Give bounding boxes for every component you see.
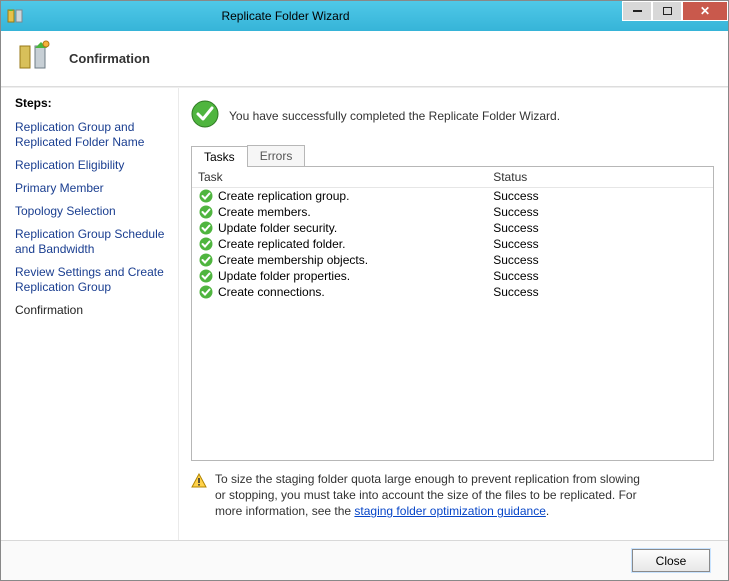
step-replication-group-and-folder-name[interactable]: Replication Group and Replicated Folder … (15, 116, 168, 154)
step-confirmation: Confirmation (15, 299, 168, 322)
staging-guidance-link[interactable]: staging folder optimization guidance (354, 504, 545, 518)
window-controls: ✕ (622, 1, 728, 31)
status-text: Success (493, 189, 707, 203)
task-text: Create replicated folder. (214, 237, 493, 251)
table-row[interactable]: Create members. Success (192, 204, 713, 220)
table-row[interactable]: Create replicated folder. Success (192, 236, 713, 252)
window-title: Replicate Folder Wizard (29, 1, 622, 31)
tabs: Tasks Errors (191, 145, 714, 166)
info-note: To size the staging folder quota large e… (191, 471, 714, 520)
success-message: You have successfully completed the Repl… (229, 109, 560, 123)
task-text: Create members. (214, 205, 493, 219)
check-icon (198, 189, 214, 203)
app-icon (1, 1, 29, 31)
check-icon (198, 285, 214, 299)
results-columns: Task Status (192, 167, 713, 188)
check-icon (198, 205, 214, 219)
step-review-and-create[interactable]: Review Settings and Create Replication G… (15, 261, 168, 299)
table-row[interactable]: Create membership objects. Success (192, 252, 713, 268)
check-icon (198, 237, 214, 251)
step-schedule-and-bandwidth[interactable]: Replication Group Schedule and Bandwidth (15, 223, 168, 261)
step-topology-selection[interactable]: Topology Selection (15, 200, 168, 223)
steps-sidebar: Steps: Replication Group and Replicated … (1, 88, 179, 540)
table-row[interactable]: Update folder properties. Success (192, 268, 713, 284)
column-status[interactable]: Status (493, 170, 707, 184)
table-row[interactable]: Create replication group. Success (192, 188, 713, 204)
content-area: Confirmation Steps: Replication Group an… (1, 31, 728, 580)
tab-errors[interactable]: Errors (247, 145, 306, 166)
results-list: Task Status Create replication group. Su… (191, 166, 714, 461)
task-text: Create connections. (214, 285, 493, 299)
wizard-footer: Close (1, 540, 728, 580)
page-title: Confirmation (69, 51, 150, 66)
task-text: Create membership objects. (214, 253, 493, 267)
success-icon (191, 100, 219, 131)
status-text: Success (493, 205, 707, 219)
main-panel: You have successfully completed the Repl… (179, 88, 728, 540)
maximize-button[interactable] (652, 1, 682, 21)
warning-icon (191, 471, 207, 492)
check-icon (198, 269, 214, 283)
wizard-header-icon (17, 40, 51, 77)
status-text: Success (493, 285, 707, 299)
column-task[interactable]: Task (198, 170, 493, 184)
step-primary-member[interactable]: Primary Member (15, 177, 168, 200)
wizard-body: Steps: Replication Group and Replicated … (1, 87, 728, 540)
note-text: To size the staging folder quota large e… (215, 471, 645, 520)
tab-tasks[interactable]: Tasks (191, 146, 248, 167)
results-rows: Create replication group. Success Create… (192, 188, 713, 300)
close-window-button[interactable]: ✕ (682, 1, 728, 21)
steps-title: Steps: (15, 96, 168, 110)
status-text: Success (493, 237, 707, 251)
table-row[interactable]: Create connections. Success (192, 284, 713, 300)
table-row[interactable]: Update folder security. Success (192, 220, 713, 236)
wizard-header: Confirmation (1, 31, 728, 87)
check-icon (198, 253, 214, 267)
task-text: Update folder properties. (214, 269, 493, 283)
status-text: Success (493, 269, 707, 283)
task-text: Create replication group. (214, 189, 493, 203)
task-text: Update folder security. (214, 221, 493, 235)
close-button[interactable]: Close (632, 549, 710, 572)
status-text: Success (493, 221, 707, 235)
check-icon (198, 221, 214, 235)
minimize-button[interactable] (622, 1, 652, 21)
note-after: . (546, 504, 549, 518)
status-text: Success (493, 253, 707, 267)
title-bar: Replicate Folder Wizard ✕ (1, 1, 728, 31)
success-banner: You have successfully completed the Repl… (191, 100, 714, 131)
step-replication-eligibility[interactable]: Replication Eligibility (15, 154, 168, 177)
